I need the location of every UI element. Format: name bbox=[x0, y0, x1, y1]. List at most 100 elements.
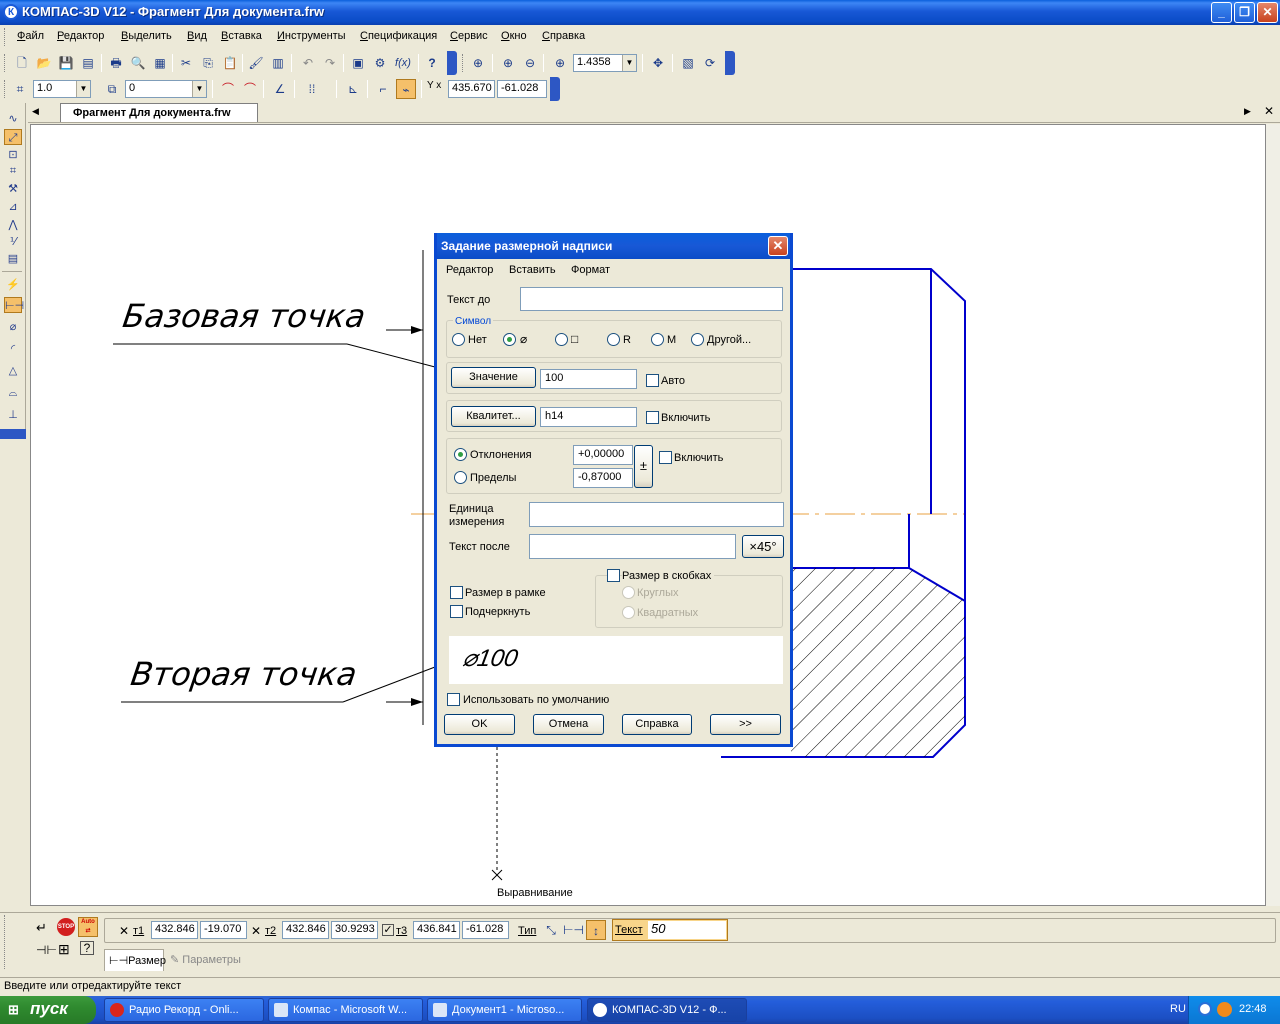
reports-icon[interactable]: ▤ bbox=[4, 251, 22, 267]
panel-end-chevron[interactable] bbox=[0, 429, 26, 439]
brackets-checkbox[interactable] bbox=[607, 569, 620, 582]
chevron-down-icon[interactable]: ▼ bbox=[192, 81, 206, 97]
grid-icon[interactable]: ⁞⁞ bbox=[302, 79, 322, 99]
task-word-kompas[interactable]: Компас - Microsoft W... bbox=[268, 998, 423, 1022]
round-brackets-radio[interactable] bbox=[622, 586, 635, 599]
pan-icon[interactable]: ✥ bbox=[648, 53, 668, 73]
task-radio[interactable]: Радио Рекорд - Onli... bbox=[104, 998, 264, 1022]
menu-select[interactable]: Выделить bbox=[121, 30, 172, 42]
menu-insert[interactable]: Вставка bbox=[221, 30, 262, 42]
snap-point-icon[interactable]: ⊞ bbox=[58, 941, 70, 958]
symbol-diameter-radio[interactable] bbox=[503, 333, 516, 346]
symbol-square-radio[interactable] bbox=[555, 333, 568, 346]
library-icon[interactable]: ⚙ bbox=[370, 53, 390, 73]
t3-x-field[interactable]: 436.841 bbox=[413, 921, 460, 939]
open-folder-icon[interactable]: 📂 bbox=[34, 53, 54, 73]
editing-icon[interactable]: ⌗ bbox=[4, 163, 22, 179]
toolbar-grip[interactable] bbox=[462, 54, 465, 72]
print-icon[interactable]: 🖶 bbox=[106, 53, 126, 73]
t3-y-field[interactable]: -61.028 bbox=[462, 921, 509, 939]
close-button[interactable]: ✕ bbox=[1257, 2, 1278, 23]
radial-dimension-icon[interactable]: ◜ bbox=[4, 341, 22, 357]
coord-y-field[interactable]: -61.028 bbox=[497, 80, 547, 98]
lower-deviation-input[interactable]: -0,87000 bbox=[573, 468, 633, 488]
symbol-none-radio[interactable] bbox=[452, 333, 465, 346]
zoom-in-icon[interactable]: ⊕ bbox=[498, 53, 518, 73]
auto-checkbox[interactable] bbox=[646, 374, 659, 387]
auto-create-icon[interactable]: Auto ⇄ bbox=[78, 917, 98, 937]
tab-document[interactable]: Фрагмент Для документа.frw bbox=[60, 103, 258, 122]
symbol-radius-radio[interactable] bbox=[607, 333, 620, 346]
properties-icon[interactable]: ▦ bbox=[150, 53, 170, 73]
chevron-down-icon[interactable]: ▼ bbox=[76, 81, 90, 97]
cancel-button[interactable]: Отмена bbox=[533, 714, 604, 735]
show-all-icon[interactable]: ▧ bbox=[678, 53, 698, 73]
parameterize-icon[interactable]: ∠ bbox=[270, 79, 290, 99]
text-after-input[interactable] bbox=[529, 534, 736, 559]
menu-help[interactable]: Справка bbox=[542, 30, 585, 42]
layer-combo[interactable]: 0 ▼ bbox=[125, 80, 207, 98]
refresh-icon[interactable]: ⟳ bbox=[700, 53, 720, 73]
chevron-down-icon[interactable]: ▼ bbox=[622, 55, 636, 71]
menu-service[interactable]: Сервис bbox=[450, 30, 488, 42]
cursor-step-icon[interactable]: ⌗ bbox=[10, 79, 30, 99]
plusminus-button[interactable]: ± bbox=[634, 445, 653, 488]
designations-icon[interactable]: ⊡ bbox=[4, 147, 22, 163]
redo-icon[interactable]: ↷ bbox=[320, 53, 340, 73]
use-default-checkbox[interactable] bbox=[447, 693, 460, 706]
symbol-other-radio[interactable] bbox=[691, 333, 704, 346]
zoom-level-combo[interactable]: 1.4358 ▼ bbox=[573, 54, 637, 72]
upper-deviation-input[interactable]: +0,00000 bbox=[573, 445, 633, 465]
dialog-menu-format[interactable]: Формат bbox=[571, 264, 610, 276]
language-indicator[interactable]: RU bbox=[1170, 1003, 1186, 1015]
parametrization-icon[interactable]: ⚒ bbox=[4, 181, 22, 197]
qualitet-button[interactable]: Квалитет... bbox=[451, 406, 536, 427]
zoom-window-icon[interactable]: ⊕ bbox=[468, 53, 488, 73]
text-before-input[interactable] bbox=[520, 287, 783, 311]
t2-point-icon[interactable]: ✕ bbox=[251, 924, 261, 938]
tray-expand-icon[interactable] bbox=[1198, 1002, 1212, 1016]
layer-icon[interactable]: ⧉ bbox=[102, 79, 122, 99]
toolbar-end-chevron[interactable] bbox=[725, 51, 735, 75]
ok-button[interactable]: OK bbox=[444, 714, 515, 735]
snap-icon[interactable]: ⌒ bbox=[218, 79, 238, 99]
ortho-icon[interactable]: ⌐ bbox=[373, 79, 393, 99]
t1-y-field[interactable]: -19.070 bbox=[200, 921, 247, 939]
save-icon[interactable]: 💾 bbox=[56, 53, 76, 73]
t2-x-field[interactable]: 432.846 bbox=[282, 921, 329, 939]
copy-icon[interactable]: ⎘ bbox=[198, 53, 218, 73]
unit-input[interactable] bbox=[529, 502, 784, 527]
local-snap-icon[interactable]: ⌒ bbox=[240, 79, 260, 99]
spec-icon[interactable]: ⅟ bbox=[4, 234, 22, 250]
paste-icon[interactable]: 📋 bbox=[220, 53, 240, 73]
limits-radio[interactable] bbox=[454, 471, 467, 484]
qualitet-include-checkbox[interactable] bbox=[646, 411, 659, 424]
dialog-menu-insert[interactable]: Вставить bbox=[509, 264, 556, 276]
maximize-button[interactable]: ❐ bbox=[1234, 2, 1255, 23]
panel-grip[interactable] bbox=[4, 915, 7, 969]
menubar-grip[interactable] bbox=[4, 28, 7, 46]
undo-icon[interactable]: ↶ bbox=[298, 53, 318, 73]
symbol-metric-radio[interactable] bbox=[651, 333, 664, 346]
menu-window[interactable]: Окно bbox=[501, 30, 527, 42]
task-kompas[interactable]: КОМПАС-3D V12 - Ф... bbox=[587, 998, 747, 1022]
t1-point-icon[interactable]: ✕ bbox=[119, 924, 129, 938]
square-brackets-radio[interactable] bbox=[622, 606, 635, 619]
tab-scroll-right-icon[interactable]: ▶ bbox=[1244, 106, 1251, 117]
toolbar-end-chevron[interactable] bbox=[447, 51, 457, 75]
more-button[interactable]: >> bbox=[710, 714, 781, 735]
qualitet-input[interactable]: h14 bbox=[540, 407, 637, 427]
t3-check-icon[interactable]: ✓ bbox=[382, 924, 394, 936]
type-vertical-icon[interactable]: ↕ bbox=[586, 920, 606, 940]
menu-editor[interactable]: Редактор bbox=[57, 30, 104, 42]
stop-icon[interactable]: STOP bbox=[57, 918, 75, 936]
dialog-menu-editor[interactable]: Редактор bbox=[446, 264, 493, 276]
auto-dimension-icon[interactable]: ⚡ bbox=[4, 277, 22, 293]
step-combo[interactable]: 1.0 ▼ bbox=[33, 80, 91, 98]
tab-scroll-left-icon[interactable]: ◀ bbox=[32, 106, 39, 117]
value-input[interactable]: 100 bbox=[540, 369, 637, 389]
coord-x-field[interactable]: 435.670 bbox=[448, 80, 495, 98]
toolbar-grip[interactable] bbox=[4, 80, 7, 98]
measure-icon[interactable]: ⊿ bbox=[4, 199, 22, 215]
linear-dimension-icon[interactable]: ⊢⊣ bbox=[4, 297, 24, 313]
